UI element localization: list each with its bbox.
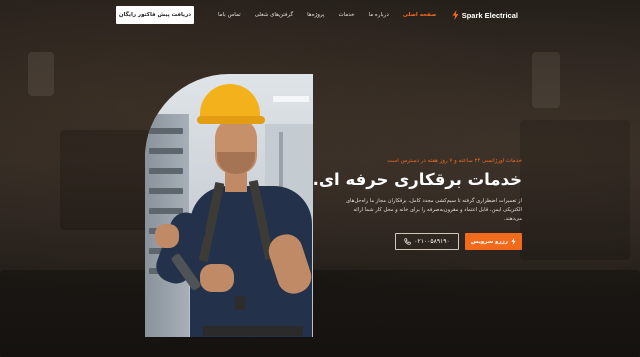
brand-name: Spark Electrical bbox=[461, 10, 518, 20]
free-quote-button[interactable]: دریافت پیش فاکتور رایگان bbox=[116, 6, 194, 24]
bolt-icon bbox=[452, 10, 459, 20]
hero-kicker: خدمات اورژانسی ۲۴ ساعته و ۷ روز هفته در … bbox=[387, 158, 522, 164]
book-service-label: رزرو سرویس bbox=[471, 238, 508, 245]
background-shadow bbox=[520, 120, 630, 260]
hero-headline: خدمات برقکاری حرفه ای. bbox=[312, 170, 522, 189]
nav-link-contact[interactable]: تماس باما bbox=[218, 12, 241, 18]
electrician-photo bbox=[145, 74, 313, 337]
background-floor bbox=[0, 270, 640, 357]
tool-belt bbox=[203, 326, 303, 336]
wristwatch bbox=[235, 296, 245, 310]
nav-link-about[interactable]: درباره ما bbox=[369, 12, 389, 18]
background-shadow bbox=[60, 130, 150, 230]
navbar: دریافت پیش فاکتور رایگان صفحه اصلی دربار… bbox=[0, 0, 640, 30]
nav-link-services[interactable]: خدمات bbox=[338, 12, 354, 18]
phone-number: ۰۲۱۰۰۵۸۹۱۹۰ bbox=[414, 238, 450, 245]
nav-link-home[interactable]: صفحه اصلی bbox=[403, 12, 437, 18]
brand-logo[interactable]: Spark Electrical bbox=[452, 10, 518, 20]
nav-link-careers[interactable]: گرفتن‌های شغلی bbox=[255, 12, 293, 18]
phone-button[interactable]: ۰۲۱۰۰۵۸۹۱۹۰ bbox=[395, 233, 459, 250]
background-electrical-box bbox=[532, 52, 560, 108]
book-service-button[interactable]: رزرو سرویس bbox=[465, 233, 522, 250]
hero-content: خدمات اورژانسی ۲۴ ساعته و ۷ روز هفته در … bbox=[312, 158, 522, 224]
hard-hat-brim bbox=[197, 116, 265, 124]
background-electrical-box bbox=[28, 52, 54, 96]
right-hand bbox=[200, 264, 234, 292]
nav-link-projects[interactable]: پروژه‌ها bbox=[307, 12, 324, 18]
nav-links: صفحه اصلی درباره ما خدمات پروژه‌ها گرفتن… bbox=[218, 12, 450, 18]
hero-description: از تعمیرات اضطراری گرفته تا سیم‌کشی مجدد… bbox=[345, 198, 522, 222]
hero-buttons: ۰۲۱۰۰۵۸۹۱۹۰ رزرو سرویس bbox=[395, 233, 522, 250]
left-hand bbox=[155, 224, 179, 248]
phone-icon bbox=[404, 238, 411, 245]
electrician-figure bbox=[145, 74, 313, 337]
bolt-icon bbox=[511, 238, 516, 245]
